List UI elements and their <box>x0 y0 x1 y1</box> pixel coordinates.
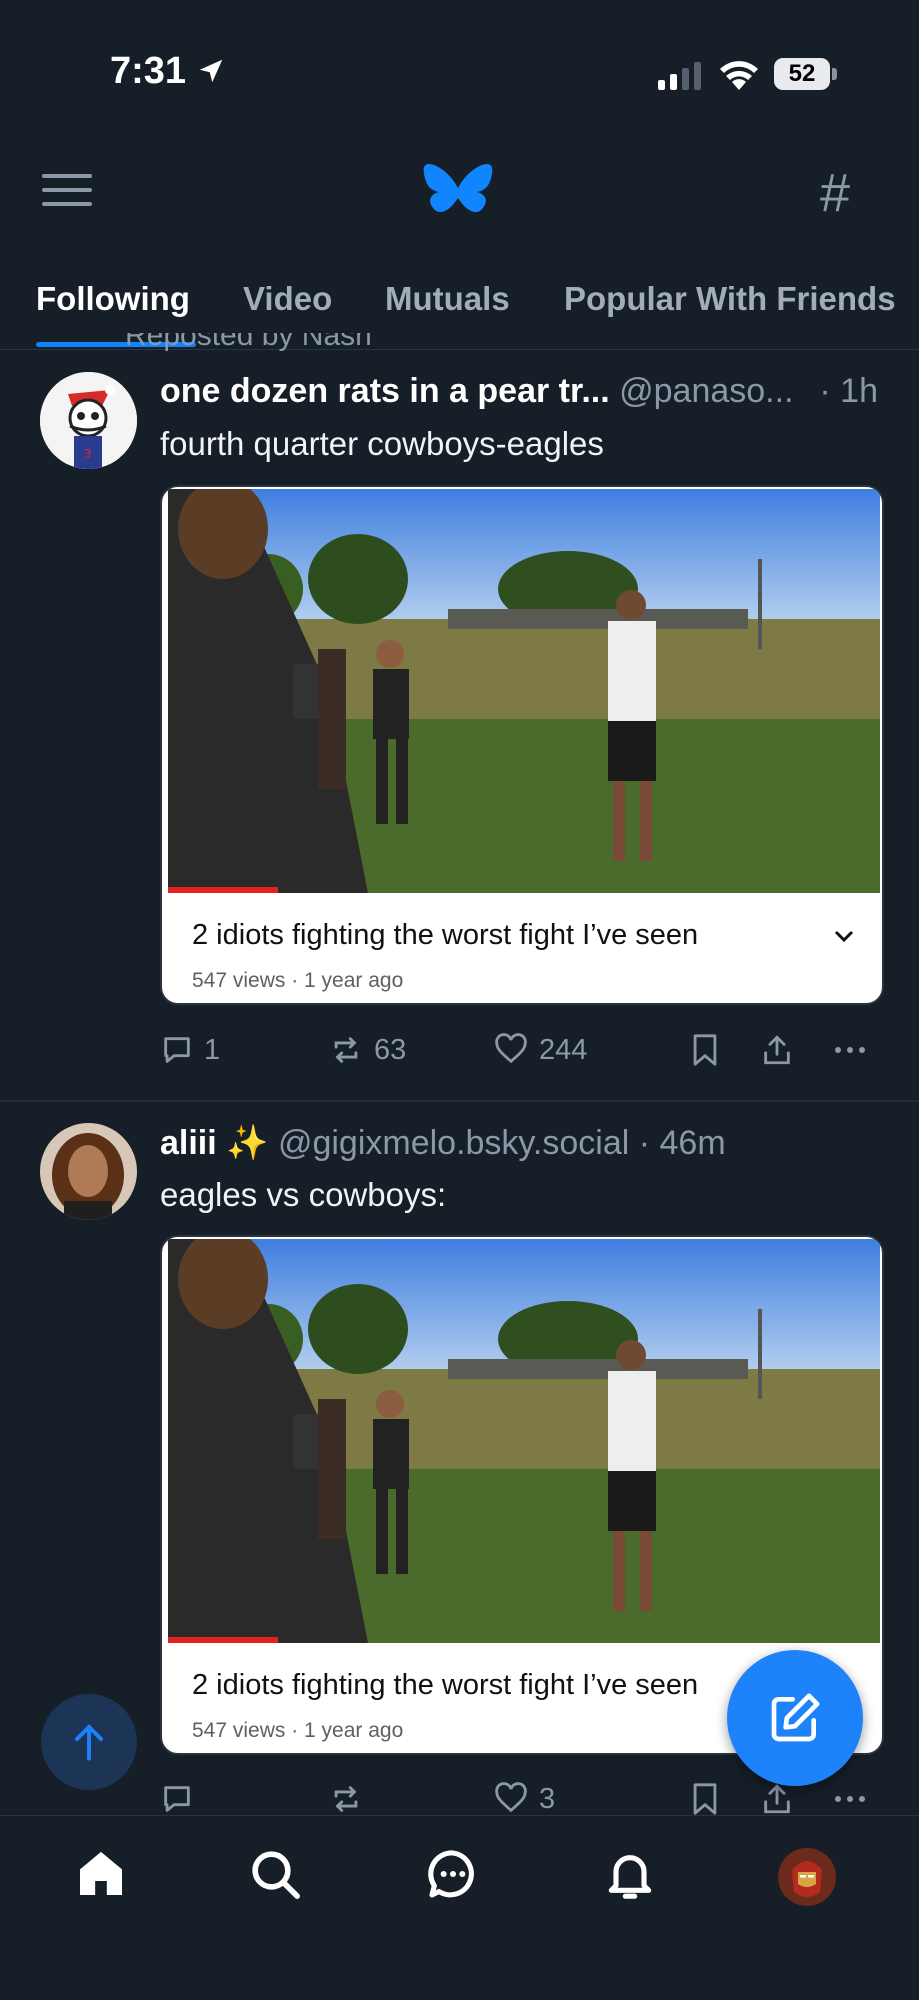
avatar-image: 3 <box>40 372 137 469</box>
reply-icon <box>164 1786 190 1812</box>
author-handle[interactable]: @gigixmelo.bsky.social <box>278 1124 629 1162</box>
video-title: 2 idiots fighting the worst fight I’ve s… <box>192 919 699 951</box>
menu-button[interactable] <box>42 174 92 214</box>
more-options-button[interactable] <box>832 1782 868 1816</box>
share-button[interactable] <box>760 1033 794 1067</box>
like-button[interactable]: 3 <box>493 1782 555 1816</box>
tab-following[interactable]: Following <box>36 280 190 318</box>
bell-icon <box>608 1855 652 1899</box>
post-header: aliii ✨ @gigixmelo.bsky.social · 46m <box>160 1123 890 1163</box>
heart-icon <box>495 1033 527 1064</box>
reply-icon <box>164 1037 190 1063</box>
hashtag-icon[interactable]: # <box>820 162 850 224</box>
share-icon <box>764 1035 790 1065</box>
ellipsis-icon <box>835 1796 865 1802</box>
post-divider <box>0 1100 919 1102</box>
share-icon <box>764 1784 790 1814</box>
heart-icon <box>495 1782 527 1813</box>
repost-button[interactable] <box>328 1782 374 1816</box>
repost-label: Reposted by Nash <box>125 333 372 352</box>
like-button[interactable]: 244 <box>493 1033 587 1067</box>
tab-video[interactable]: Video <box>243 280 332 318</box>
video-meta: 547 views · 1 year ago <box>192 969 404 992</box>
battery-indicator: 52 <box>774 58 830 90</box>
location-arrow-icon <box>199 59 223 83</box>
tab-mutuals[interactable]: Mutuals <box>385 280 510 318</box>
nav-home[interactable] <box>73 1846 129 1907</box>
video-meta: 547 views · 1 year ago <box>192 1719 404 1742</box>
post-actions: 1 63 244 <box>160 1033 880 1073</box>
bookmark-button[interactable] <box>690 1033 720 1067</box>
repost-count: 63 <box>374 1033 407 1066</box>
reply-button[interactable] <box>160 1782 204 1816</box>
scroll-to-top-button[interactable] <box>41 1694 137 1790</box>
repost-icon <box>334 1786 358 1812</box>
app-header: # <box>0 150 919 270</box>
cellular-signal-icon <box>658 62 701 90</box>
wifi-icon <box>720 61 758 90</box>
nav-search[interactable] <box>247 1846 303 1907</box>
post-time: · 1h <box>815 372 878 411</box>
video-progress-bar <box>168 1637 278 1643</box>
author-name[interactable]: one dozen rats in a pear tr... <box>160 372 610 410</box>
post-text: fourth quarter cowboys-eagles <box>160 425 604 462</box>
status-bar: 7:31 52 <box>0 0 919 150</box>
video-thumbnail <box>168 489 880 893</box>
video-thumbnail <box>168 1239 880 1643</box>
battery-tip <box>832 68 837 80</box>
reply-count: 1 <box>204 1033 221 1066</box>
tab-popular-with-friends[interactable]: Popular With Friends <box>564 280 896 318</box>
repost-icon <box>334 1037 358 1063</box>
status-time: 7:31 <box>110 50 187 92</box>
bookmark-icon <box>693 1034 717 1066</box>
video-progress-bar <box>168 887 278 893</box>
video-embed[interactable]: 2 idiots fighting the worst fight I’ve s… <box>160 485 884 1005</box>
ellipsis-icon <box>835 1047 865 1053</box>
nav-chat[interactable] <box>425 1846 481 1907</box>
post-text: eagles vs cowboys: <box>160 1176 447 1213</box>
search-icon <box>252 1851 300 1899</box>
bookmark-button[interactable] <box>690 1782 720 1816</box>
chat-icon <box>428 1850 474 1898</box>
svg-text:3: 3 <box>84 447 92 461</box>
like-count: 244 <box>539 1033 588 1066</box>
compose-post-button[interactable] <box>727 1650 863 1786</box>
video-title: 2 idiots fighting the worst fight I’ve s… <box>192 1669 699 1701</box>
compose-icon <box>771 1693 820 1742</box>
share-button[interactable] <box>760 1782 794 1816</box>
post-header: one dozen rats in a pear tr... @panaso..… <box>160 372 890 411</box>
butterfly-logo-icon[interactable] <box>423 162 493 224</box>
avatar[interactable]: 3 <box>40 372 137 469</box>
arrow-up-icon <box>75 1724 103 1761</box>
reply-button[interactable]: 1 <box>160 1033 220 1067</box>
avatar-image <box>40 1123 137 1220</box>
author-name[interactable]: aliii ✨ <box>160 1124 268 1162</box>
nav-profile[interactable] <box>778 1848 836 1911</box>
author-handle[interactable]: @panaso... <box>619 372 793 410</box>
repost-line[interactable]: Reposted by Nash <box>125 333 372 355</box>
post-time: · 46m <box>638 1124 726 1162</box>
repost-button[interactable]: 63 <box>328 1033 406 1067</box>
profile-avatar <box>778 1848 836 1906</box>
home-icon <box>80 1851 122 1895</box>
bookmark-icon <box>693 1783 717 1815</box>
avatar[interactable] <box>40 1123 137 1220</box>
like-count: 3 <box>539 1782 556 1815</box>
bottom-navigation <box>0 1815 919 2000</box>
more-options-button[interactable] <box>832 1033 868 1067</box>
nav-notifications[interactable] <box>602 1846 658 1907</box>
chevron-down-icon <box>834 930 854 943</box>
